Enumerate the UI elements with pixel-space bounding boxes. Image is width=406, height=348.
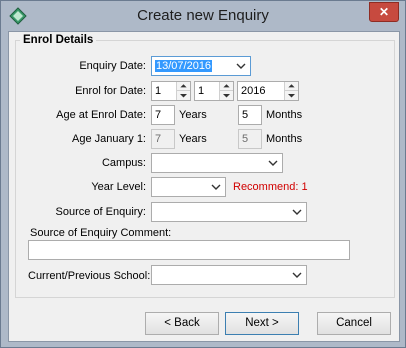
source-comment-input[interactable] bbox=[28, 240, 350, 260]
enquiry-date-label: Enquiry Date: bbox=[79, 60, 146, 72]
spin-down-icon[interactable] bbox=[177, 91, 190, 100]
months-label: Months bbox=[266, 109, 303, 121]
spin-buttons[interactable] bbox=[219, 82, 233, 100]
enrol-day-value: 1 bbox=[155, 85, 162, 97]
age-at-enrol-label: Age at Enrol Date: bbox=[56, 109, 146, 121]
spin-up-icon[interactable] bbox=[220, 82, 233, 91]
chevron-down-icon[interactable] bbox=[267, 154, 279, 172]
age-enrol-months-input[interactable]: 5 bbox=[238, 105, 262, 125]
source-of-enquiry-select[interactable] bbox=[151, 202, 307, 222]
enrol-month-spinner[interactable]: 1 bbox=[194, 81, 234, 101]
year-level-label: Year Level: bbox=[91, 181, 146, 193]
enrol-year-value: 2016 bbox=[241, 85, 266, 97]
enrol-day-spinner[interactable]: 1 bbox=[151, 81, 191, 101]
age-jan-years-field: 7 bbox=[151, 129, 175, 149]
title-bar[interactable]: Create new Enquiry ✕ bbox=[1, 1, 405, 31]
spin-buttons[interactable] bbox=[176, 82, 190, 100]
recommend-text: Recommend: 1 bbox=[233, 181, 308, 193]
enrol-month-value: 1 bbox=[198, 85, 205, 97]
years-label: Years bbox=[179, 109, 207, 121]
next-button[interactable]: Next > bbox=[225, 312, 299, 335]
spin-buttons[interactable] bbox=[284, 82, 298, 100]
source-comment-label: Source of Enquiry Comment: bbox=[30, 227, 172, 239]
current-school-select[interactable] bbox=[151, 265, 307, 285]
window-title: Create new Enquiry bbox=[137, 7, 269, 24]
months-label: Months bbox=[266, 133, 303, 145]
campus-select[interactable] bbox=[151, 153, 283, 173]
cancel-button[interactable]: Cancel bbox=[317, 312, 391, 335]
enquiry-date-value: 13/07/2016 bbox=[155, 60, 213, 72]
year-level-select[interactable] bbox=[151, 177, 226, 197]
enrol-details-group: Enrol Details Enquiry Date: 13/07/2016 E… bbox=[15, 34, 395, 298]
chevron-down-icon[interactable] bbox=[235, 57, 247, 75]
enquiry-date-picker[interactable]: 13/07/2016 bbox=[151, 56, 251, 76]
source-of-enquiry-label: Source of Enquiry: bbox=[55, 206, 147, 218]
spin-down-icon[interactable] bbox=[285, 91, 298, 100]
chevron-down-icon[interactable] bbox=[291, 266, 303, 284]
chevron-down-icon[interactable] bbox=[210, 178, 222, 196]
dialog-window: Create new Enquiry ✕ Enrol Details Enqui… bbox=[0, 0, 406, 348]
spin-up-icon[interactable] bbox=[285, 82, 298, 91]
campus-label: Campus: bbox=[101, 157, 146, 169]
years-label: Years bbox=[179, 133, 207, 145]
age-january-label: Age January 1: bbox=[72, 133, 146, 145]
group-title: Enrol Details bbox=[20, 34, 97, 46]
current-school-label: Current/Previous School: bbox=[28, 270, 151, 282]
enrol-year-spinner[interactable]: 2016 bbox=[237, 81, 299, 101]
chevron-down-icon[interactable] bbox=[291, 203, 303, 221]
back-button[interactable]: < Back bbox=[145, 312, 219, 335]
age-jan-months-field: 5 bbox=[238, 129, 262, 149]
enrol-for-date-label: Enrol for Date: bbox=[75, 85, 146, 97]
age-enrol-years-input[interactable]: 7 bbox=[151, 105, 175, 125]
spin-down-icon[interactable] bbox=[220, 91, 233, 100]
dialog-body: Enrol Details Enquiry Date: 13/07/2016 E… bbox=[8, 31, 400, 342]
close-button[interactable]: ✕ bbox=[369, 2, 399, 22]
spin-up-icon[interactable] bbox=[177, 82, 190, 91]
